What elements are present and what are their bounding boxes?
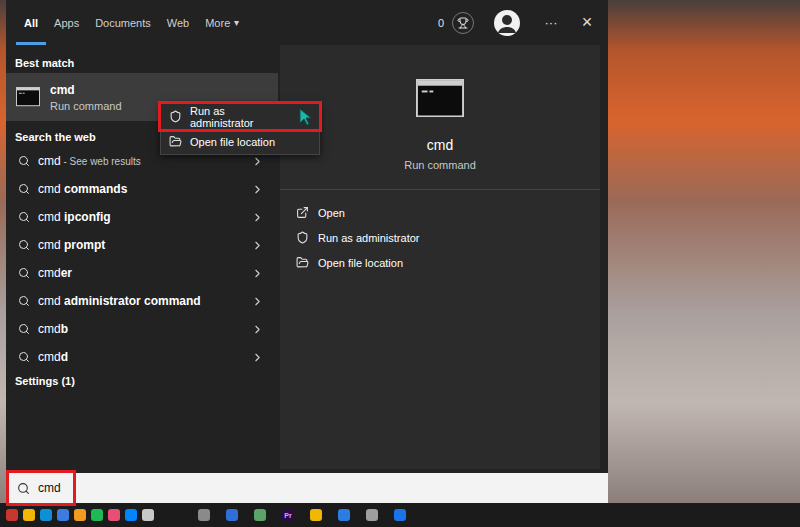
taskbar-group bbox=[6, 509, 154, 521]
taskbar-app-icon[interactable]: Pr bbox=[282, 509, 294, 521]
filter-tab[interactable]: Apps bbox=[46, 0, 87, 45]
section-header: Settings (1) bbox=[6, 371, 278, 391]
action-list: OpenRun as administratorOpen file locati… bbox=[280, 190, 600, 285]
search-icon bbox=[18, 295, 30, 307]
taskbar-app-icon[interactable] bbox=[23, 509, 35, 521]
best-match-text: cmd Run command bbox=[50, 83, 122, 112]
web-result-row[interactable]: cmd commands bbox=[6, 175, 278, 203]
search-icon bbox=[18, 351, 30, 363]
taskbar-app-icon[interactable] bbox=[338, 509, 350, 521]
chevron-right-icon bbox=[251, 267, 264, 280]
web-result-row[interactable]: cmd administrator command bbox=[6, 287, 278, 315]
web-result-text: cmd prompt bbox=[38, 238, 243, 252]
desktop: AllAppsDocumentsWebMore▾0···×Best matchc… bbox=[0, 0, 800, 503]
mouse-cursor-icon bbox=[299, 108, 313, 126]
web-result-text: cmd administrator command bbox=[38, 294, 243, 308]
search-field[interactable]: cmd bbox=[9, 473, 73, 503]
chevron-right-icon bbox=[251, 351, 264, 364]
context-menu-item[interactable]: Open file location bbox=[161, 129, 319, 154]
search-icon bbox=[18, 267, 30, 279]
filter-tab[interactable]: More▾ bbox=[197, 0, 247, 45]
search-box[interactable]: cmd bbox=[6, 473, 608, 503]
web-result-text: cmd commands bbox=[38, 182, 243, 196]
web-result-row[interactable]: cmd prompt bbox=[6, 231, 278, 259]
taskbar-app-icon[interactable] bbox=[125, 509, 137, 521]
action-folder-icon bbox=[296, 256, 309, 269]
close-button[interactable]: × bbox=[576, 12, 598, 34]
search-icon bbox=[17, 482, 30, 495]
taskbar-app-icon[interactable] bbox=[57, 509, 69, 521]
action-open-icon bbox=[296, 206, 309, 219]
rewards[interactable]: 0 bbox=[438, 12, 474, 34]
more-button[interactable]: ··· bbox=[540, 12, 562, 34]
rewards-points: 0 bbox=[438, 17, 444, 29]
taskbar-app-icon[interactable] bbox=[254, 509, 266, 521]
context-menu: Run as administratorOpen file location bbox=[160, 103, 320, 155]
web-result-text: cmdd bbox=[38, 350, 243, 364]
search-icon bbox=[18, 323, 30, 335]
search-icon bbox=[18, 155, 30, 167]
trophy-icon bbox=[457, 17, 469, 29]
screen: AllAppsDocumentsWebMore▾0···×Best matchc… bbox=[0, 0, 800, 527]
preview-subtitle: Run command bbox=[404, 159, 476, 171]
taskbar-app-icon[interactable] bbox=[40, 509, 52, 521]
avatar-icon[interactable] bbox=[494, 10, 520, 36]
search-panel: AllAppsDocumentsWebMore▾0···×Best matchc… bbox=[6, 0, 608, 503]
web-result-row[interactable]: cmder bbox=[6, 259, 278, 287]
taskbar-app-icon[interactable] bbox=[108, 509, 120, 521]
taskbar-app-icon[interactable] bbox=[91, 509, 103, 521]
preview-pane: cmd Run command OpenRun as administratorOp… bbox=[280, 45, 600, 469]
caret-icon: ▾ bbox=[234, 17, 239, 28]
web-result-row[interactable]: cmdd bbox=[6, 343, 278, 371]
trophy-badge bbox=[452, 12, 474, 34]
web-result-text: cmder bbox=[38, 266, 243, 280]
chevron-right-icon bbox=[251, 183, 264, 196]
web-result-text: cmd - See web results bbox=[38, 154, 243, 168]
search-value: cmd bbox=[38, 481, 61, 495]
preview-head: cmd Run command bbox=[280, 45, 600, 190]
chevron-right-icon bbox=[251, 211, 264, 224]
chevron-right-icon bbox=[251, 323, 264, 336]
taskbar-app-icon[interactable] bbox=[198, 509, 210, 521]
best-match-subtitle: Run command bbox=[50, 100, 122, 112]
taskbar-app-icon[interactable] bbox=[74, 509, 86, 521]
chevron-right-icon bbox=[251, 239, 264, 252]
taskbar: Pr bbox=[0, 503, 800, 527]
action-row[interactable]: Open file location bbox=[296, 250, 584, 275]
taskbar-app-icon[interactable] bbox=[366, 509, 378, 521]
filter-tab[interactable]: All bbox=[16, 0, 46, 45]
console-icon bbox=[16, 87, 40, 106]
console-large-icon bbox=[416, 79, 464, 117]
web-result-text: cmdb bbox=[38, 322, 243, 336]
action-row[interactable]: Run as administrator bbox=[296, 225, 584, 250]
menu-shield-icon bbox=[169, 110, 182, 123]
section-header: Best match bbox=[6, 53, 278, 73]
filter-tab[interactable]: Documents bbox=[87, 0, 159, 45]
menu-folder-icon bbox=[169, 135, 182, 148]
taskbar-group: Pr bbox=[198, 509, 406, 521]
context-menu-item[interactable]: Run as administrator bbox=[161, 104, 319, 129]
taskbar-app-icon[interactable] bbox=[394, 509, 406, 521]
taskbar-app-icon[interactable] bbox=[226, 509, 238, 521]
action-row[interactable]: Open bbox=[296, 200, 584, 225]
top-bar: AllAppsDocumentsWebMore▾ 0 ··· × bbox=[6, 0, 608, 45]
web-result-row[interactable]: cmd ipconfig bbox=[6, 203, 278, 231]
web-result-row[interactable]: cmdb bbox=[6, 315, 278, 343]
preview-title: cmd bbox=[427, 137, 453, 153]
action-shield-icon bbox=[296, 231, 309, 244]
search-icon bbox=[18, 239, 30, 251]
best-match-title: cmd bbox=[50, 83, 122, 97]
chevron-right-icon bbox=[251, 295, 264, 308]
web-result-text: cmd ipconfig bbox=[38, 210, 243, 224]
search-icon bbox=[18, 211, 30, 223]
chevron-right-icon bbox=[251, 155, 264, 168]
taskbar-app-icon[interactable] bbox=[6, 509, 18, 521]
search-icon bbox=[18, 183, 30, 195]
taskbar-app-icon[interactable] bbox=[142, 509, 154, 521]
top-right: 0 ··· × bbox=[438, 0, 598, 45]
filter-tab[interactable]: Web bbox=[159, 0, 197, 45]
taskbar-app-icon[interactable] bbox=[310, 509, 322, 521]
